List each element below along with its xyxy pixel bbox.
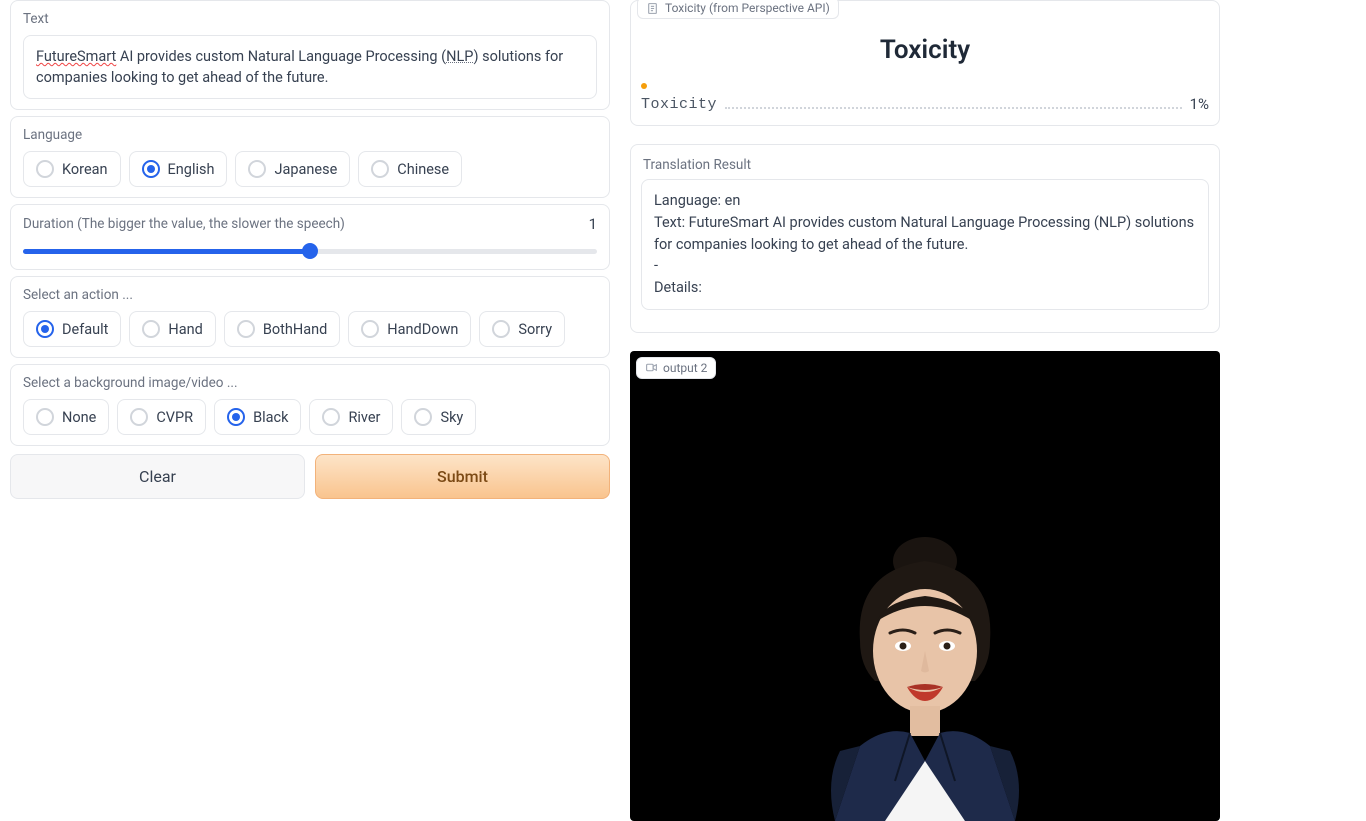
submit-button[interactable]: Submit bbox=[315, 454, 610, 499]
output-tag-label: output 2 bbox=[663, 361, 707, 375]
translation-label: Translation Result bbox=[631, 147, 1219, 179]
duration-value: 1 bbox=[589, 215, 597, 233]
radio-dot bbox=[36, 320, 54, 338]
toxicity-panel: Toxicity (from Perspective API) Toxicity… bbox=[630, 0, 1220, 126]
radio-label: Default bbox=[62, 321, 108, 338]
radio-dot bbox=[248, 160, 266, 178]
radio-label: Chinese bbox=[397, 161, 449, 178]
action-option-sorry[interactable]: Sorry bbox=[479, 311, 565, 347]
radio-dot bbox=[492, 320, 510, 338]
radio-dot bbox=[36, 160, 54, 178]
radio-label: BothHand bbox=[263, 321, 327, 338]
background-option-cvpr[interactable]: CVPR bbox=[117, 399, 206, 435]
toxicity-row-label: Toxicity bbox=[641, 96, 717, 113]
action-label: Select an action ... bbox=[23, 287, 597, 303]
background-option-none[interactable]: None bbox=[23, 399, 109, 435]
language-option-english[interactable]: English bbox=[129, 151, 228, 187]
radio-label: None bbox=[62, 409, 96, 426]
radio-dot bbox=[130, 408, 148, 426]
language-panel: Language Korean English Japanese Chinese bbox=[10, 116, 610, 198]
toxicity-header-text: Toxicity (from Perspective API) bbox=[665, 1, 830, 15]
action-option-default[interactable]: Default bbox=[23, 311, 121, 347]
action-option-handdown[interactable]: HandDown bbox=[348, 311, 471, 347]
background-label: Select a background image/video ... bbox=[23, 375, 597, 391]
avatar-presenter bbox=[765, 521, 1085, 821]
radio-dot bbox=[414, 408, 432, 426]
radio-dot bbox=[322, 408, 340, 426]
radio-label: Korean bbox=[62, 161, 108, 178]
radio-dot bbox=[227, 408, 245, 426]
radio-dot bbox=[142, 160, 160, 178]
document-icon bbox=[646, 2, 659, 15]
video-icon bbox=[645, 361, 658, 374]
text-word-nlp: NLP bbox=[446, 48, 473, 65]
translation-text: Text: FutureSmart AI provides custom Nat… bbox=[654, 212, 1196, 256]
action-option-hand[interactable]: Hand bbox=[129, 311, 215, 347]
radio-label: English bbox=[168, 161, 215, 178]
radio-label: HandDown bbox=[387, 321, 458, 338]
radio-dot bbox=[142, 320, 160, 338]
action-option-bothhand[interactable]: BothHand bbox=[224, 311, 340, 347]
translation-details: Details: bbox=[654, 277, 1196, 299]
radio-label: CVPR bbox=[156, 409, 193, 426]
translation-lang: Language: en bbox=[654, 190, 1196, 212]
translation-output[interactable]: Language: en Text: FutureSmart AI provid… bbox=[641, 179, 1209, 310]
radio-label: Black bbox=[253, 409, 288, 426]
text-panel: Text FutureSmart AI provides custom Natu… bbox=[10, 0, 610, 110]
radio-label: Sorry bbox=[518, 321, 552, 338]
toxicity-bar bbox=[641, 83, 647, 89]
radio-dot bbox=[371, 160, 389, 178]
language-label: Language bbox=[23, 127, 597, 143]
text-input[interactable]: FutureSmart AI provides custom Natural L… bbox=[23, 35, 597, 99]
background-panel: Select a background image/video ... None… bbox=[10, 364, 610, 446]
radio-dot bbox=[237, 320, 255, 338]
toxicity-header-tag: Toxicity (from Perspective API) bbox=[637, 0, 839, 19]
toxicity-title: Toxicity bbox=[631, 35, 1219, 65]
text-label: Text bbox=[23, 11, 597, 27]
video-output[interactable]: output 2 bbox=[630, 351, 1220, 821]
radio-label: Sky bbox=[440, 409, 463, 426]
language-option-chinese[interactable]: Chinese bbox=[358, 151, 462, 187]
duration-slider[interactable] bbox=[23, 243, 597, 259]
background-option-black[interactable]: Black bbox=[214, 399, 301, 435]
language-option-japanese[interactable]: Japanese bbox=[235, 151, 350, 187]
background-option-sky[interactable]: Sky bbox=[401, 399, 476, 435]
translation-dash: - bbox=[654, 255, 1196, 277]
language-option-korean[interactable]: Korean bbox=[23, 151, 121, 187]
text-word-futuresmart: FutureSmart bbox=[36, 48, 116, 65]
action-panel: Select an action ... Default Hand BothHand… bbox=[10, 276, 610, 358]
translation-panel: Translation Result Language: en Text: Fu… bbox=[630, 144, 1220, 333]
output-tag: output 2 bbox=[636, 357, 716, 379]
radio-label: Japanese bbox=[274, 161, 337, 178]
radio-label: River bbox=[348, 409, 380, 426]
background-option-river[interactable]: River bbox=[309, 399, 393, 435]
toxicity-percent: 1% bbox=[1190, 95, 1209, 113]
radio-label: Hand bbox=[168, 321, 202, 338]
radio-dot bbox=[36, 408, 54, 426]
radio-dot bbox=[361, 320, 379, 338]
duration-panel: Duration (The bigger the value, the slow… bbox=[10, 204, 610, 270]
toxicity-dots bbox=[725, 107, 1182, 109]
duration-label: Duration (The bigger the value, the slow… bbox=[23, 216, 345, 232]
clear-button[interactable]: Clear bbox=[10, 454, 305, 499]
